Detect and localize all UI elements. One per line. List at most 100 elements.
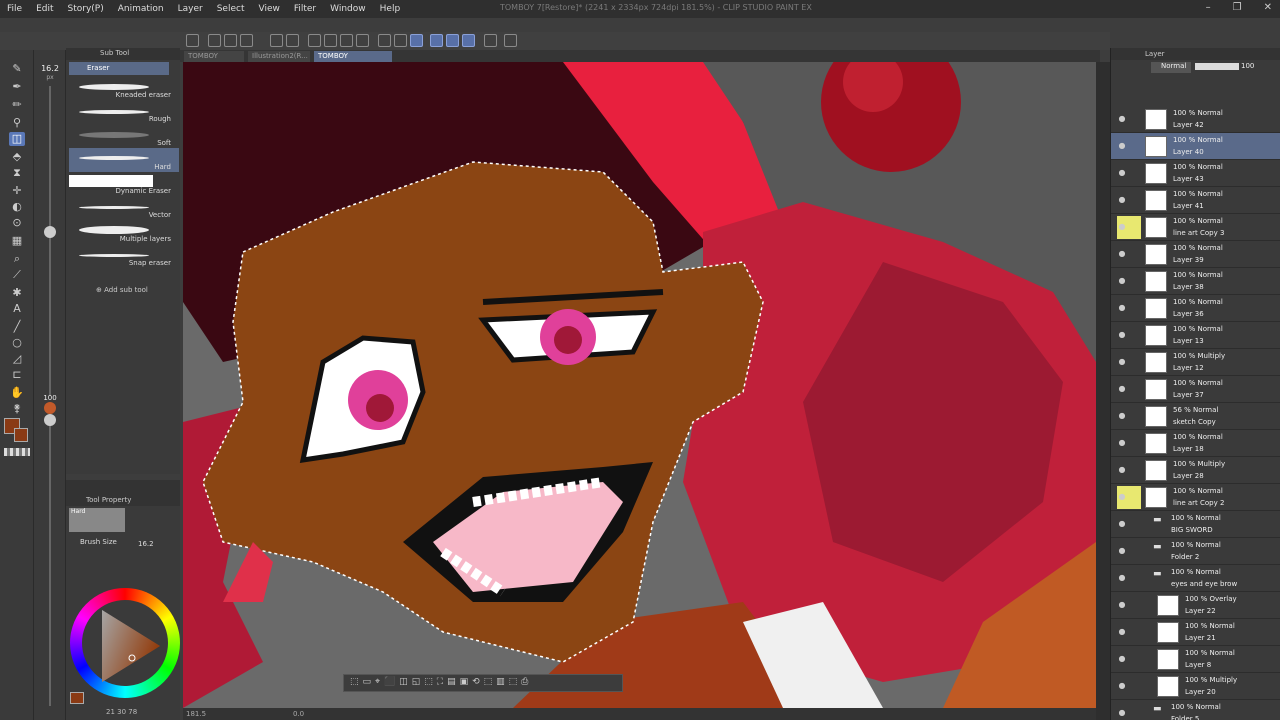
eye-icon[interactable]: ● bbox=[1116, 330, 1128, 340]
zoom-value[interactable]: 181.5 bbox=[186, 710, 206, 718]
menu-story[interactable]: Story(P) bbox=[61, 0, 111, 18]
sub-tool-item-selected[interactable]: Hard bbox=[69, 148, 179, 172]
eyedropper-icon[interactable]: ⚵ bbox=[9, 402, 25, 416]
layer-row[interactable]: ● 100 % Normal line art Copy 3 bbox=[1111, 214, 1280, 241]
transform-icon[interactable] bbox=[356, 34, 369, 47]
shape-tool-icon[interactable]: ○ bbox=[9, 336, 25, 350]
add-sub-tool-button[interactable]: ⊕ Add sub tool bbox=[96, 286, 148, 294]
eye-icon[interactable]: ● bbox=[1116, 141, 1128, 151]
brush-size-slider-thumb[interactable] bbox=[44, 226, 56, 238]
transparent-color-icon[interactable] bbox=[4, 448, 30, 456]
eye-icon[interactable]: ● bbox=[1116, 681, 1128, 691]
sub-tool-item[interactable]: Vector bbox=[69, 196, 179, 220]
hand-tool-icon[interactable]: ✋ bbox=[9, 386, 25, 400]
eye-icon[interactable]: ● bbox=[1116, 411, 1128, 421]
menu-file[interactable]: File bbox=[0, 0, 29, 18]
maximize-icon[interactable]: ❐ bbox=[1233, 0, 1242, 16]
eye-icon[interactable]: ● bbox=[1116, 195, 1128, 205]
opacity-slider-thumb[interactable] bbox=[44, 414, 56, 426]
eye-icon[interactable]: ● bbox=[1116, 249, 1128, 259]
eye-icon[interactable]: ● bbox=[1116, 519, 1128, 529]
menu-filter[interactable]: Filter bbox=[287, 0, 323, 18]
brush-size-field[interactable]: 16.2 bbox=[138, 540, 154, 548]
correct-line-icon[interactable]: ◿ bbox=[9, 352, 25, 366]
current-color-swatch[interactable] bbox=[70, 692, 84, 704]
invert-selection-icon[interactable] bbox=[394, 34, 407, 47]
sub-tool-item[interactable]: Soft bbox=[69, 124, 179, 148]
sub-tool-group-tab[interactable]: Eraser bbox=[69, 62, 169, 75]
eye-icon[interactable]: ● bbox=[1116, 573, 1128, 583]
undo-icon[interactable] bbox=[270, 34, 283, 47]
doc-tab-active[interactable]: TOMBOY 7[Restore]* bbox=[314, 51, 392, 71]
eye-icon[interactable]: ● bbox=[1116, 654, 1128, 664]
eye-icon[interactable]: ● bbox=[1116, 627, 1128, 637]
layer-opacity-value[interactable]: 100 bbox=[1241, 62, 1254, 70]
save-icon[interactable] bbox=[240, 34, 253, 47]
clear-icon[interactable] bbox=[308, 34, 321, 47]
redo-icon[interactable] bbox=[286, 34, 299, 47]
blend-tool-icon[interactable]: ⧗ bbox=[9, 166, 25, 180]
menu-view[interactable]: View bbox=[251, 0, 286, 18]
minimize-icon[interactable]: – bbox=[1206, 0, 1211, 16]
layer-row[interactable]: ● ▬ 100 % Normal eyes and eye brow bbox=[1111, 565, 1280, 592]
eye-icon[interactable]: ● bbox=[1116, 600, 1128, 610]
menu-animation[interactable]: Animation bbox=[111, 0, 171, 18]
rotation-value[interactable]: 0.0 bbox=[293, 710, 304, 718]
home-icon[interactable] bbox=[186, 34, 199, 47]
fill-icon[interactable] bbox=[340, 34, 353, 47]
sub-tool-item[interactable]: Rough bbox=[69, 100, 179, 124]
frame-tool-icon[interactable]: ▦ bbox=[9, 234, 25, 248]
eye-icon[interactable]: ● bbox=[1116, 438, 1128, 448]
layer-row[interactable]: ● ▬ 100 % Normal Folder 5 bbox=[1111, 700, 1280, 720]
eye-icon[interactable]: ● bbox=[1116, 384, 1128, 394]
open-file-icon[interactable] bbox=[224, 34, 237, 47]
menu-help[interactable]: Help bbox=[373, 0, 408, 18]
eye-icon[interactable]: ● bbox=[1116, 222, 1128, 232]
selection-launcher-bar[interactable]: ⬚▭⌖⬛◫◱⬚⛶▤▣⟲⬚▥⬚⎙ bbox=[343, 674, 623, 692]
layer-row[interactable]: ● 100 % Normal Layer 42 bbox=[1111, 106, 1280, 133]
eye-icon[interactable]: ● bbox=[1116, 114, 1128, 124]
layer-row[interactable]: ● 100 % Multiply Layer 12 bbox=[1111, 349, 1280, 376]
eye-icon[interactable]: ● bbox=[1116, 276, 1128, 286]
layer-row[interactable]: ● 100 % Normal Layer 13 bbox=[1111, 322, 1280, 349]
show-selection-icon[interactable] bbox=[410, 34, 423, 47]
layer-row[interactable]: ● 100 % Normal Layer 41 bbox=[1111, 187, 1280, 214]
layer-row[interactable]: ● 56 % Normal sketch Copy bbox=[1111, 403, 1280, 430]
menu-select[interactable]: Select bbox=[210, 0, 252, 18]
lasso-tool-icon[interactable]: ⊙ bbox=[9, 216, 25, 230]
operation-tool-icon[interactable]: ⌕ bbox=[9, 252, 25, 266]
balloon-tool-icon[interactable]: ⊏ bbox=[9, 368, 25, 382]
menu-layer[interactable]: Layer bbox=[171, 0, 210, 18]
drawing-canvas[interactable]: ⬚▭⌖⬛◫◱⬚⛶▤▣⟲⬚▥⬚⎙ bbox=[183, 62, 1096, 708]
clear-outside-icon[interactable] bbox=[324, 34, 337, 47]
layer-row[interactable]: ● 100 % Normal Layer 36 bbox=[1111, 295, 1280, 322]
layer-row[interactable]: ● 100 % Normal Layer 37 bbox=[1111, 376, 1280, 403]
layer-row[interactable]: ● 100 % Normal Layer 38 bbox=[1111, 268, 1280, 295]
layer-row[interactable]: ● ▬ 100 % Normal Folder 2 bbox=[1111, 538, 1280, 565]
selection-tools-icon[interactable]: ⬚▭⌖⬛◫◱⬚⛶▤▣⟲⬚▥⬚⎙ bbox=[350, 677, 532, 687]
layer-row[interactable]: ● 100 % Normal Layer 21 bbox=[1111, 619, 1280, 646]
layer-row[interactable]: ● 100 % Normal Layer 40 bbox=[1111, 133, 1280, 160]
line-tool-icon[interactable]: ╱ bbox=[9, 320, 25, 334]
color-triangle[interactable] bbox=[96, 606, 166, 686]
layer-row[interactable]: ● 100 % Normal Layer 8 bbox=[1111, 646, 1280, 673]
eye-icon[interactable]: ● bbox=[1116, 465, 1128, 475]
blend-mode-dropdown[interactable]: Normal bbox=[1151, 62, 1191, 73]
ruler-icon[interactable] bbox=[484, 34, 497, 47]
close-icon[interactable]: ✕ bbox=[1264, 0, 1272, 16]
eye-icon[interactable]: ● bbox=[1116, 546, 1128, 556]
eye-icon[interactable]: ● bbox=[1116, 357, 1128, 367]
layer-row[interactable]: ● 100 % Normal Layer 18 bbox=[1111, 430, 1280, 457]
eraser-tool-icon[interactable]: ◫ bbox=[9, 132, 25, 146]
text-tool-icon[interactable]: A bbox=[9, 302, 25, 316]
sub-tool-item[interactable]: Snap eraser bbox=[69, 244, 179, 268]
vertical-scrollbar[interactable] bbox=[1096, 62, 1110, 720]
fill-tool-icon[interactable]: ⬘ bbox=[9, 150, 25, 164]
pen-tool-icon[interactable]: ✒ bbox=[9, 80, 25, 94]
menu-window[interactable]: Window bbox=[323, 0, 373, 18]
deselect-icon[interactable] bbox=[378, 34, 391, 47]
eye-icon[interactable]: ● bbox=[1116, 303, 1128, 313]
layer-row[interactable]: ● 100 % Normal Layer 39 bbox=[1111, 241, 1280, 268]
sub-tool-item[interactable]: Kneaded eraser bbox=[69, 76, 179, 100]
menu-edit[interactable]: Edit bbox=[29, 0, 60, 18]
